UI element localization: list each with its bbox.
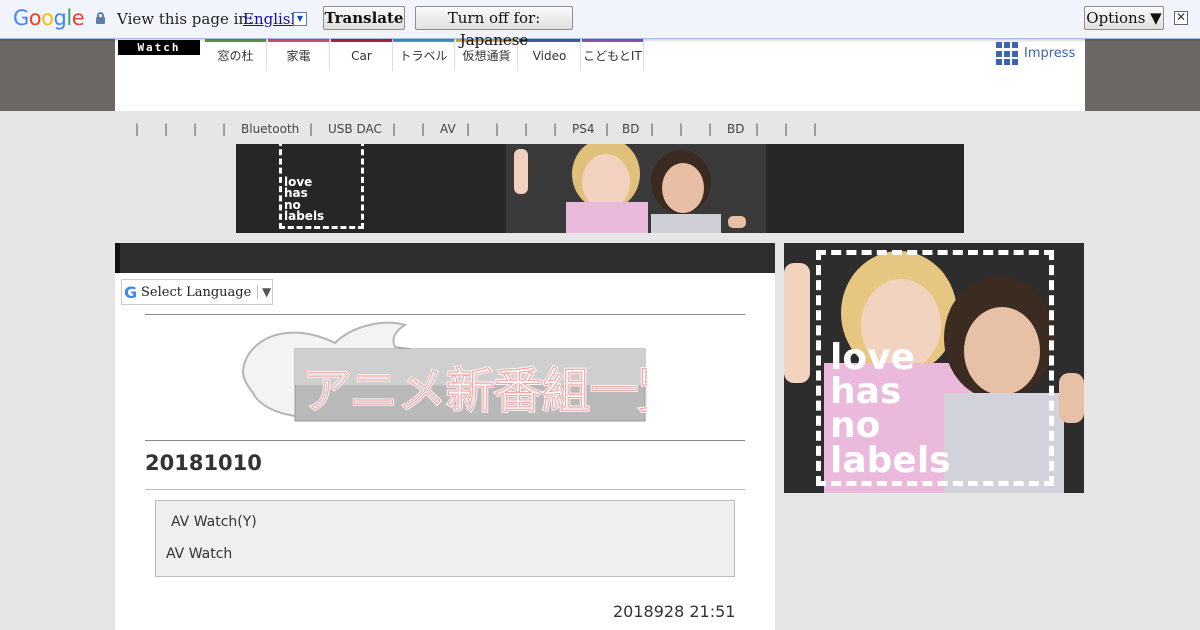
nav-tab[interactable]: Video — [519, 39, 581, 71]
keyword-link[interactable]: AV — [440, 122, 456, 136]
post-timestamp: 2018928 21:51 — [613, 602, 736, 621]
language-select[interactable]: G Select Language ▼ — [121, 279, 273, 305]
site-logo[interactable]: Watch — [118, 40, 200, 55]
nav-tab-accent — [268, 39, 329, 42]
close-icon[interactable]: ✕ — [1174, 11, 1188, 25]
chevron-down-icon[interactable]: ▼ — [293, 12, 307, 26]
keyword-link[interactable]: USB DAC — [328, 122, 382, 136]
logo-letter: G — [13, 6, 29, 30]
logo-letter: o — [28, 6, 42, 30]
main-content: G Select Language ▼ アニメ新番組一覧 アニメ新番組一覧 20… — [115, 243, 775, 630]
nav-tab-accent — [205, 39, 266, 42]
banner-ad[interactable]: love has no labels — [236, 144, 964, 233]
ad-photo — [506, 144, 766, 233]
nav-tab-accent — [519, 39, 580, 42]
site-title-logo[interactable]: アニメ新番組一覧 アニメ新番組一覧 — [235, 321, 647, 425]
nav-tab-accent — [393, 39, 454, 42]
nav-tab[interactable]: Car — [331, 39, 393, 71]
svg-text:アニメ新番組一覧: アニメ新番組一覧 — [303, 363, 647, 419]
info-line: AV Watch(Y) — [171, 514, 257, 530]
nav-tab-label: 窓の杜 — [217, 49, 254, 63]
ad-text: love has no labels — [830, 337, 951, 481]
translate-prompt: View this page in: — [117, 10, 254, 28]
lock-icon — [96, 12, 105, 24]
divider — [145, 489, 745, 490]
nav-tab[interactable]: 家電 — [268, 39, 330, 71]
content-header-bar — [115, 243, 775, 273]
keyword-link[interactable]: BD — [727, 122, 744, 136]
translate-bar: Google View this page in: English ▼ Tran… — [0, 0, 1200, 49]
info-line: AV Watch — [166, 546, 233, 562]
nav-tab-label: Car — [351, 49, 372, 63]
nav-tab-accent — [582, 39, 643, 42]
keyword-link[interactable]: Bluetooth — [241, 122, 299, 136]
options-button[interactable]: Options ▼ — [1084, 6, 1164, 30]
language-link[interactable]: English — [243, 10, 300, 28]
google-logo: Google — [13, 6, 85, 30]
nav-tab[interactable]: トラベル — [393, 39, 455, 71]
nav-tab-label: Video — [532, 49, 567, 63]
nav-tab-accent — [331, 39, 392, 42]
keyword-link[interactable]: PS4 — [572, 122, 595, 136]
google-g-icon: G — [124, 283, 138, 302]
language-select-label: Select Language — [141, 285, 252, 300]
logo-letter: g — [53, 6, 67, 30]
divider — [145, 314, 745, 315]
chevron-down-icon: ▼ — [257, 285, 271, 299]
impress-logo-icon[interactable] — [996, 42, 1020, 66]
logo-letter: e — [71, 6, 85, 30]
nav-tab[interactable]: 窓の杜 — [205, 39, 267, 71]
info-box: AV Watch(Y) AV Watch — [155, 500, 735, 577]
page-title: 20181010 — [145, 451, 262, 475]
nav-tab-label: トラベル — [399, 49, 448, 63]
divider — [145, 440, 745, 441]
keyword-link[interactable]: BD — [622, 122, 639, 136]
turn-off-button[interactable]: Turn off for: Japanese — [415, 6, 573, 49]
logo-letter: o — [41, 6, 54, 30]
nav-tab[interactable]: こどもとIT — [582, 39, 644, 71]
nav-tab-label: こどもとIT — [583, 49, 642, 63]
nav-tab-label: 家電 — [286, 49, 311, 63]
site-header: Watch 窓の杜 家電 Car トラベル 仮想通貨 Video こどもとIT Impres… — [115, 39, 1085, 111]
translate-button[interactable]: Translate — [323, 6, 405, 30]
impress-link[interactable]: Impress — [1024, 46, 1075, 61]
nav-tab-label: 仮想通貨 — [462, 49, 511, 63]
side-ad[interactable]: love has no labels — [784, 243, 1084, 493]
